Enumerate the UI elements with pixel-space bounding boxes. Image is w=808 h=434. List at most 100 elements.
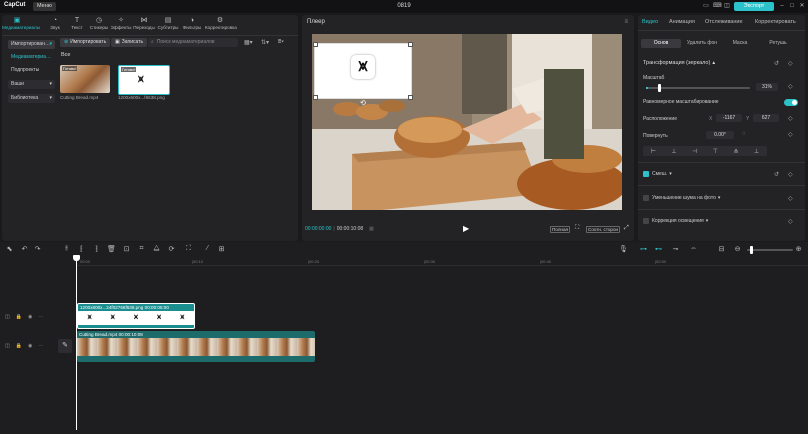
align-right-icon[interactable]: ⊣ xyxy=(692,148,697,155)
tab-animation[interactable]: Анимация xyxy=(669,19,695,25)
timeline-clip-video[interactable]: Cutting Bread.mp4 00:00:10:08 xyxy=(77,331,315,362)
eye-icon[interactable]: ◉ xyxy=(28,343,32,349)
scale-slider[interactable] xyxy=(646,84,750,92)
subtab-remove-bg[interactable]: Удалить фон xyxy=(682,39,722,48)
delete-icon[interactable]: 🗑 xyxy=(107,245,116,253)
sidebar-item-subprojects[interactable]: Подпроекты xyxy=(8,66,55,75)
lock-icon[interactable]: 🔒 xyxy=(16,314,22,320)
rotate-icon[interactable]: ⟳ xyxy=(167,245,176,253)
magnet-icon[interactable]: ⊶ xyxy=(639,245,648,253)
close-icon[interactable]: ✕ xyxy=(798,3,806,9)
position-x-input[interactable]: -1167 xyxy=(716,114,742,122)
more-icon[interactable]: ⋯ xyxy=(38,314,43,320)
link-icon[interactable]: ⊷ xyxy=(654,245,663,253)
resize-handle[interactable] xyxy=(313,42,318,47)
zoom-slider[interactable] xyxy=(747,246,793,254)
denoise-checkbox[interactable] xyxy=(643,195,649,201)
transform-section[interactable]: Трансформация (зеркало) ▴ xyxy=(643,60,715,66)
import-button[interactable]: ⊕ Импортировать xyxy=(60,38,111,47)
blend-section[interactable]: Смеш. ▾ xyxy=(652,171,672,177)
zoom-in-icon[interactable]: ⊕ xyxy=(794,245,803,253)
keyframe-icon[interactable]: ◇ xyxy=(788,83,793,90)
tab-adjust[interactable]: ⚙ Корректировка xyxy=(205,17,237,30)
align-bottom-icon[interactable]: ⊥ xyxy=(754,148,759,155)
tab-adjust[interactable]: Корректировать xyxy=(755,19,796,25)
media-thumbnail-image[interactable]: Готово! ⩙ xyxy=(118,65,170,95)
track-toggle-icon[interactable]: ◫ xyxy=(5,314,10,320)
filter-all-label[interactable]: Все xyxy=(61,52,70,58)
rotate-dial-icon[interactable]: ◌ xyxy=(742,131,746,137)
resize-handle[interactable] xyxy=(408,42,413,47)
tab-subtitles[interactable]: ▤ Субтитры xyxy=(157,17,179,30)
scale-value[interactable]: 31% xyxy=(756,83,778,91)
redo-icon[interactable]: ↷ xyxy=(33,245,42,253)
keyframe-icon[interactable]: ◇ xyxy=(788,171,793,178)
resize-handle[interactable] xyxy=(408,95,413,100)
light-correction-checkbox[interactable] xyxy=(643,218,649,224)
minimize-icon[interactable]: – xyxy=(778,3,786,9)
tab-transitions[interactable]: ⋈ Переходы xyxy=(133,17,155,30)
info-icon[interactable]: ◫ xyxy=(723,3,731,9)
uniform-scale-toggle[interactable] xyxy=(784,99,798,106)
resize-handle[interactable] xyxy=(313,95,318,100)
overlay-image[interactable]: ⩙ ⟲ xyxy=(313,42,413,107)
slider-handle[interactable] xyxy=(750,246,753,254)
rotate-input[interactable]: 0.00° xyxy=(706,131,734,139)
media-thumbnail-video[interactable]: Готово! xyxy=(60,65,110,93)
keyframe-icon[interactable]: ◇ xyxy=(788,60,793,67)
maximize-icon[interactable]: □ xyxy=(788,3,796,9)
fullscreen-icon[interactable]: ⤢ xyxy=(624,225,629,232)
keyframe-icon[interactable]: ◇ xyxy=(788,218,793,225)
subtab-mask[interactable]: Маска xyxy=(720,39,760,48)
split-right-icon[interactable]: ⁆ xyxy=(92,245,101,253)
align-center-h-icon[interactable]: ⊥ xyxy=(671,148,676,155)
tab-filters[interactable]: ◑ Фильтры xyxy=(181,17,203,30)
fit-icon[interactable]: ⛶ xyxy=(575,225,579,232)
sort-icon[interactable]: ⇅▾ xyxy=(261,39,269,46)
align-icon[interactable]: ⇔ xyxy=(689,245,698,252)
split-icon[interactable]: ⫲ xyxy=(62,245,71,253)
sidebar-item-media[interactable]: Медиаматериа… xyxy=(8,53,55,62)
mirror-icon[interactable]: ⧋ xyxy=(152,245,161,253)
slider-handle[interactable] xyxy=(657,84,661,92)
align-left-icon[interactable]: ⊢ xyxy=(651,148,656,155)
zoom-out-icon[interactable]: ⊖ xyxy=(733,245,742,253)
keyframe-icon[interactable]: ◇ xyxy=(788,115,793,122)
caption-icon[interactable]: ⊟ xyxy=(717,245,726,253)
align-middle-icon[interactable]: ⋔ xyxy=(733,148,738,155)
keyboard-icon[interactable]: ⌨ xyxy=(713,3,722,9)
keyframe-icon[interactable]: ◇ xyxy=(788,195,793,202)
sidebar-item-yours[interactable]: Ваши ▾ xyxy=(8,80,55,89)
select-tool-icon[interactable]: ⬉ xyxy=(5,245,14,253)
freeze-icon[interactable]: ⊡ xyxy=(122,245,131,253)
filter-icon[interactable]: ⩩▾ xyxy=(278,39,284,46)
playhead-handle[interactable] xyxy=(73,255,80,261)
reset-icon[interactable]: ↺ xyxy=(774,171,779,178)
magic-icon[interactable]: ⁄ xyxy=(203,245,212,252)
video-preview[interactable]: ⩙ ⟲ xyxy=(312,34,622,210)
microphone-icon[interactable]: 🎙 xyxy=(619,245,628,253)
denoise-section[interactable]: Уменьшение шума на фото ▾ xyxy=(652,195,720,201)
sidebar-item-imported[interactable]: Импортирован… ▾ xyxy=(8,40,55,49)
subtab-retouch[interactable]: Ретушь xyxy=(758,39,798,48)
preview-axis-icon[interactable]: ⊸ xyxy=(671,245,680,253)
subtab-basic[interactable]: Основ xyxy=(641,39,681,48)
quality-select[interactable]: Полная xyxy=(550,226,571,233)
more-tools-icon[interactable]: ⊞ xyxy=(217,245,226,253)
cover-edit-icon[interactable]: ✎ xyxy=(58,339,72,353)
split-left-icon[interactable]: ⁅ xyxy=(77,245,86,253)
playhead[interactable] xyxy=(76,255,77,430)
align-top-icon[interactable]: ⊤ xyxy=(713,148,718,155)
export-button[interactable]: Экспорт xyxy=(734,2,774,11)
play-button[interactable]: ▶ xyxy=(463,224,469,233)
undo-icon[interactable]: ↶ xyxy=(20,245,29,253)
player-menu-icon[interactable]: ≡ xyxy=(624,19,628,25)
eye-icon[interactable]: ◉ xyxy=(28,314,32,320)
crop-icon[interactable]: ⌗ xyxy=(137,245,146,253)
timeline-clip-image[interactable]: 1200x600x...24f02766f638.png 00:00:05:00… xyxy=(77,303,195,329)
record-button[interactable]: ▣ Записать xyxy=(111,38,148,47)
layout-icon[interactable]: ▭ xyxy=(702,3,710,9)
track-toggle-icon[interactable]: ◫ xyxy=(5,343,10,349)
reset-icon[interactable]: ↺ xyxy=(774,60,779,67)
time-ruler[interactable] xyxy=(76,255,808,266)
